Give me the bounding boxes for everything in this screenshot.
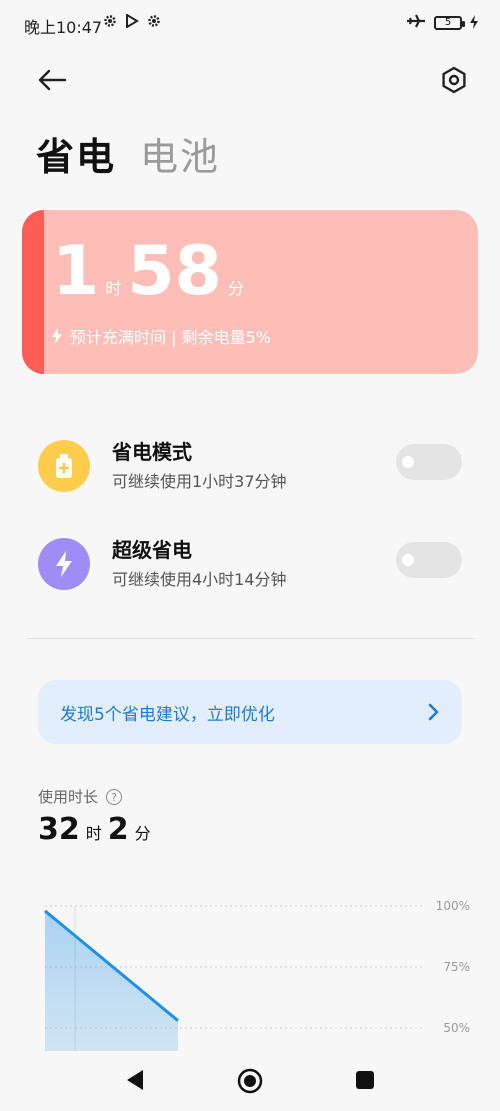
usage-minutes: 2 xyxy=(107,812,129,847)
usage-label-text: 使用时长 xyxy=(38,788,99,806)
toggle-knob xyxy=(402,554,414,566)
triangle-back-icon xyxy=(127,1070,143,1090)
gear-icon xyxy=(103,13,117,32)
settings-button[interactable] xyxy=(436,62,472,98)
nav-home-button[interactable] xyxy=(237,1068,263,1098)
tab-battery[interactable]: 电池 xyxy=(140,126,220,181)
play-store-icon xyxy=(125,13,139,32)
usage-hours: 32 xyxy=(38,812,80,847)
charge-subtitle: 预计充满时间 | 剩余电量5% xyxy=(52,324,271,348)
settings-hexagon-icon xyxy=(442,66,466,94)
ultra-power-saving-row[interactable]: 超级省电 可继续使用4小时14分钟 xyxy=(38,534,462,600)
mode-subtitle: 可继续使用4小时14分钟 xyxy=(112,570,287,589)
power-saving-toggle[interactable] xyxy=(396,444,462,480)
ultra-power-saving-toggle[interactable] xyxy=(396,542,462,578)
optimization-suggestion-card[interactable]: 发现5个省电建议，立即优化 xyxy=(38,680,462,744)
usage-hours-unit: 时 xyxy=(85,824,102,843)
chart-y-tick-label: 50% xyxy=(443,1021,470,1035)
charge-hours: 1 xyxy=(52,232,100,311)
back-arrow-icon xyxy=(38,69,67,91)
airplane-icon xyxy=(406,13,426,33)
back-button[interactable] xyxy=(34,62,70,98)
power-saving-mode-row[interactable]: 省电模式 可继续使用1小时37分钟 xyxy=(38,436,462,502)
battery-status-card: 1 时 58 分 预计充满时间 | 剩余电量5% xyxy=(22,210,478,374)
mode-subtitle: 可继续使用1小时37分钟 xyxy=(112,472,287,491)
charge-minutes: 58 xyxy=(127,232,222,311)
chart-y-tick-label: 75% xyxy=(443,960,470,974)
tab-power-saving[interactable]: 省电 xyxy=(36,126,116,181)
usage-minutes-unit: 分 xyxy=(134,824,151,843)
help-icon[interactable]: ? xyxy=(106,788,123,805)
mode-title: 省电模式 xyxy=(112,440,192,464)
divider xyxy=(26,638,474,639)
battery-plus-icon xyxy=(38,440,90,492)
gear-icon xyxy=(147,13,161,32)
battery-level-fill xyxy=(22,210,44,374)
charge-time-remaining: 1 时 58 分 xyxy=(52,238,250,306)
charge-minutes-unit: 分 xyxy=(227,279,244,298)
mode-title: 超级省电 xyxy=(112,538,192,562)
chevron-right-icon xyxy=(428,703,439,721)
circle-home-icon xyxy=(237,1068,263,1094)
header-tabs: 省电 电池 xyxy=(36,126,220,181)
battery-icon: 5 xyxy=(434,16,465,30)
usage-duration-value: 32 时 2 分 xyxy=(38,812,157,847)
chart-area-fill xyxy=(45,910,178,1052)
square-recents-icon xyxy=(356,1071,374,1089)
lightning-icon xyxy=(38,538,90,590)
status-time: 晚上10:47 xyxy=(24,18,103,37)
nav-back-button[interactable] xyxy=(125,1069,145,1095)
suggestion-text: 发现5个省电建议，立即优化 xyxy=(60,704,275,725)
system-navigation-bar xyxy=(0,1051,500,1111)
status-left-icons xyxy=(103,13,161,32)
charging-icon xyxy=(470,14,478,33)
charge-hours-unit: 时 xyxy=(105,279,122,298)
charge-subtitle-text: 预计充满时间 | 剩余电量5% xyxy=(70,328,271,347)
status-right-icons: 5 xyxy=(406,13,478,33)
nav-recents-button[interactable] xyxy=(355,1070,375,1094)
battery-level-chart: 100% 75% 50% xyxy=(44,899,470,1052)
lightning-icon xyxy=(52,328,62,344)
toggle-knob xyxy=(402,456,414,468)
chart-y-tick-label: 100% xyxy=(436,899,470,913)
usage-duration-label: 使用时长 ? xyxy=(38,786,123,807)
